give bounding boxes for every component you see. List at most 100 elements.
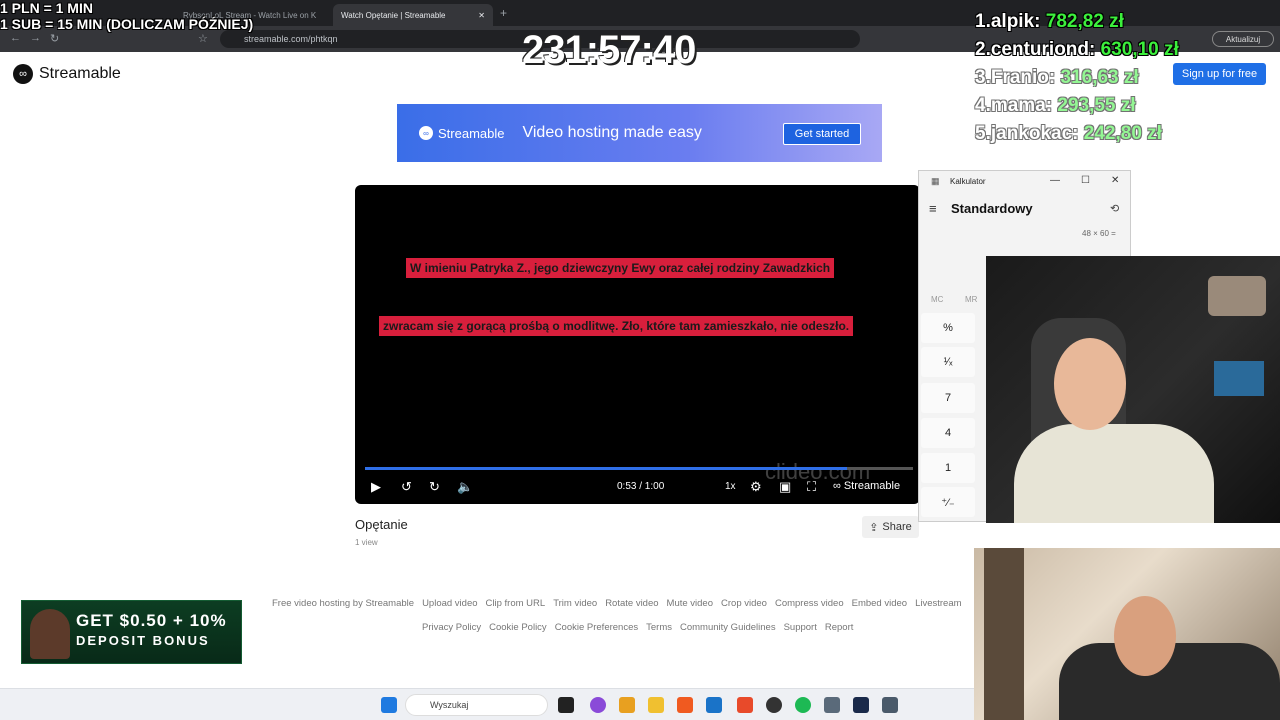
brave-icon[interactable]: [677, 697, 693, 713]
calculator-mode: Standardowy: [951, 201, 1033, 216]
player-brand[interactable]: ∞ Streamable: [833, 480, 900, 492]
rewind-icon[interactable]: ↺: [401, 479, 412, 495]
calculator-icon: ▦: [931, 176, 940, 186]
footer-link[interactable]: Compress video: [775, 598, 844, 609]
footer-link[interactable]: Crop video: [721, 598, 767, 609]
forward-icon[interactable]: ↻: [429, 479, 440, 495]
subathon-timer: 231:57:40: [522, 28, 696, 72]
reload-icon[interactable]: ↻: [50, 32, 59, 45]
footer-link[interactable]: Report: [825, 622, 854, 633]
promo-banner[interactable]: ∞ Streamable Video hosting made easy Get…: [397, 104, 882, 162]
donor-leaderboard: 1.alpik: 782,82 zł 2.centuriond: 630,10 …: [975, 8, 1179, 148]
play-icon[interactable]: ▶: [371, 479, 381, 495]
signup-label: Sign up for free: [1181, 68, 1258, 80]
bookmark-icon[interactable]: ☆: [198, 32, 208, 45]
steam-icon[interactable]: [853, 697, 869, 713]
volume-icon[interactable]: 🔈: [457, 479, 473, 495]
banner-logo-text: Streamable: [438, 125, 505, 141]
maximize-icon[interactable]: ☐: [1081, 175, 1090, 186]
menu-icon[interactable]: ≡: [929, 201, 937, 216]
signup-button[interactable]: Sign up for free: [1173, 63, 1266, 85]
webcam-guest: [974, 548, 1280, 720]
app-icon[interactable]: [766, 697, 782, 713]
key-1[interactable]: 1: [921, 453, 975, 483]
notepad-icon[interactable]: [824, 697, 840, 713]
footer-link[interactable]: Mute video: [667, 598, 713, 609]
key-7[interactable]: 7: [921, 383, 975, 413]
pip-icon[interactable]: ▣: [779, 479, 791, 495]
new-tab-icon[interactable]: +: [500, 6, 507, 20]
progress-fill: [365, 467, 848, 470]
memory-clear-button[interactable]: MC: [931, 295, 943, 304]
footer-link[interactable]: Rotate video: [605, 598, 658, 609]
speed-button[interactable]: 1x: [725, 481, 736, 492]
rate-info: 1 PLN = 1 MIN 1 SUB = 15 MIN (DOLICZAM P…: [0, 0, 253, 32]
webcam-streamer: [986, 256, 1280, 523]
streamable-logo-icon: ∞: [833, 480, 841, 492]
donor-row: 4.mama: 293,55 zł: [975, 95, 1136, 116]
subtitle-line-2: zwracam się z gorącą prośbą o modlitwę. …: [379, 316, 854, 336]
minimize-icon[interactable]: —: [1050, 175, 1060, 186]
calculator-taskbar-icon[interactable]: [882, 697, 898, 713]
footer-link[interactable]: Free video hosting by Streamable: [272, 598, 414, 609]
back-icon[interactable]: ←: [10, 32, 21, 44]
progress-bar[interactable]: [365, 467, 913, 470]
memory-recall-button[interactable]: MR: [965, 295, 977, 304]
tab-streamable[interactable]: Watch Opętanie | Streamable ✕: [333, 4, 493, 26]
close-icon[interactable]: ✕: [1111, 175, 1119, 186]
rate-line-pln: 1 PLN = 1 MIN: [0, 0, 93, 16]
footer-link[interactable]: Terms: [646, 622, 672, 633]
key-4[interactable]: 4: [921, 418, 975, 448]
get-started-button[interactable]: Get started: [783, 123, 861, 145]
copilot-icon[interactable]: [590, 697, 606, 713]
brand-label: Streamable: [843, 480, 901, 492]
footer-link[interactable]: Cookie Policy: [489, 622, 547, 633]
time-display: 0:53 / 1:00: [617, 481, 665, 492]
donor-row: 2.centuriond: 630,10 zł: [975, 39, 1179, 60]
streamable-logo-icon: ∞: [419, 126, 433, 140]
footer-link[interactable]: Embed video: [852, 598, 907, 609]
update-label: Aktualizuj: [1225, 34, 1261, 44]
percent-key[interactable]: %: [921, 313, 975, 343]
footer-link[interactable]: Trim video: [553, 598, 597, 609]
share-label: Share: [882, 521, 912, 533]
windows-start-icon[interactable]: [381, 697, 397, 713]
tab-label: Watch Opętanie | Streamable: [341, 10, 446, 20]
footer-link[interactable]: Privacy Policy: [422, 622, 481, 633]
footer-link[interactable]: Clip from URL: [486, 598, 546, 609]
history-icon[interactable]: ⟲: [1110, 202, 1119, 215]
streamable-logo[interactable]: ∞ Streamable: [13, 64, 121, 84]
taskbar-search[interactable]: Wyszukaj: [405, 694, 548, 716]
store-icon[interactable]: [706, 697, 722, 713]
casino-ad[interactable]: GET $0.50 + 10% DEPOSIT BONUS: [21, 600, 242, 664]
close-icon[interactable]: ✕: [478, 11, 485, 20]
file-explorer-icon[interactable]: [648, 697, 664, 713]
footer-link[interactable]: Cookie Preferences: [555, 622, 638, 633]
door-frame: [984, 548, 1024, 720]
reciprocal-key[interactable]: ¹⁄ₓ: [921, 347, 975, 377]
task-view-icon[interactable]: [558, 697, 574, 713]
browser-icon[interactable]: [737, 697, 753, 713]
banner-tagline: Video hosting made easy: [522, 124, 702, 141]
person-head: [1054, 338, 1126, 430]
video-player[interactable]: W imieniu Patryka Z., jego dziewczyny Ew…: [355, 185, 920, 504]
ad-character: [30, 609, 70, 659]
footer-link[interactable]: Upload video: [422, 598, 477, 609]
donor-row: 3.Franio: 316,63 zł: [975, 67, 1139, 88]
settings-icon[interactable]: ⚙: [750, 479, 762, 495]
fullscreen-icon[interactable]: ⛶: [807, 479, 816, 495]
share-button[interactable]: ⇪ Share: [862, 516, 919, 538]
spotify-icon[interactable]: [795, 697, 811, 713]
widgets-icon[interactable]: [619, 697, 635, 713]
footer-link[interactable]: Community Guidelines: [680, 622, 776, 633]
negate-key[interactable]: ⁺⁄₋: [921, 487, 975, 517]
get-started-label: Get started: [794, 128, 850, 140]
forward-icon[interactable]: →: [30, 32, 41, 44]
footer-link[interactable]: Support: [784, 622, 817, 633]
calculator-title: Kalkulator: [950, 177, 986, 186]
subtitle-line-1: W imieniu Patryka Z., jego dziewczyny Ew…: [406, 258, 835, 278]
footer-link[interactable]: Livestream: [915, 598, 961, 609]
calculator-expression: 48 × 60 =: [1082, 229, 1116, 238]
update-button[interactable]: Aktualizuj: [1212, 31, 1274, 47]
ad-subline: DEPOSIT BONUS: [76, 633, 210, 648]
